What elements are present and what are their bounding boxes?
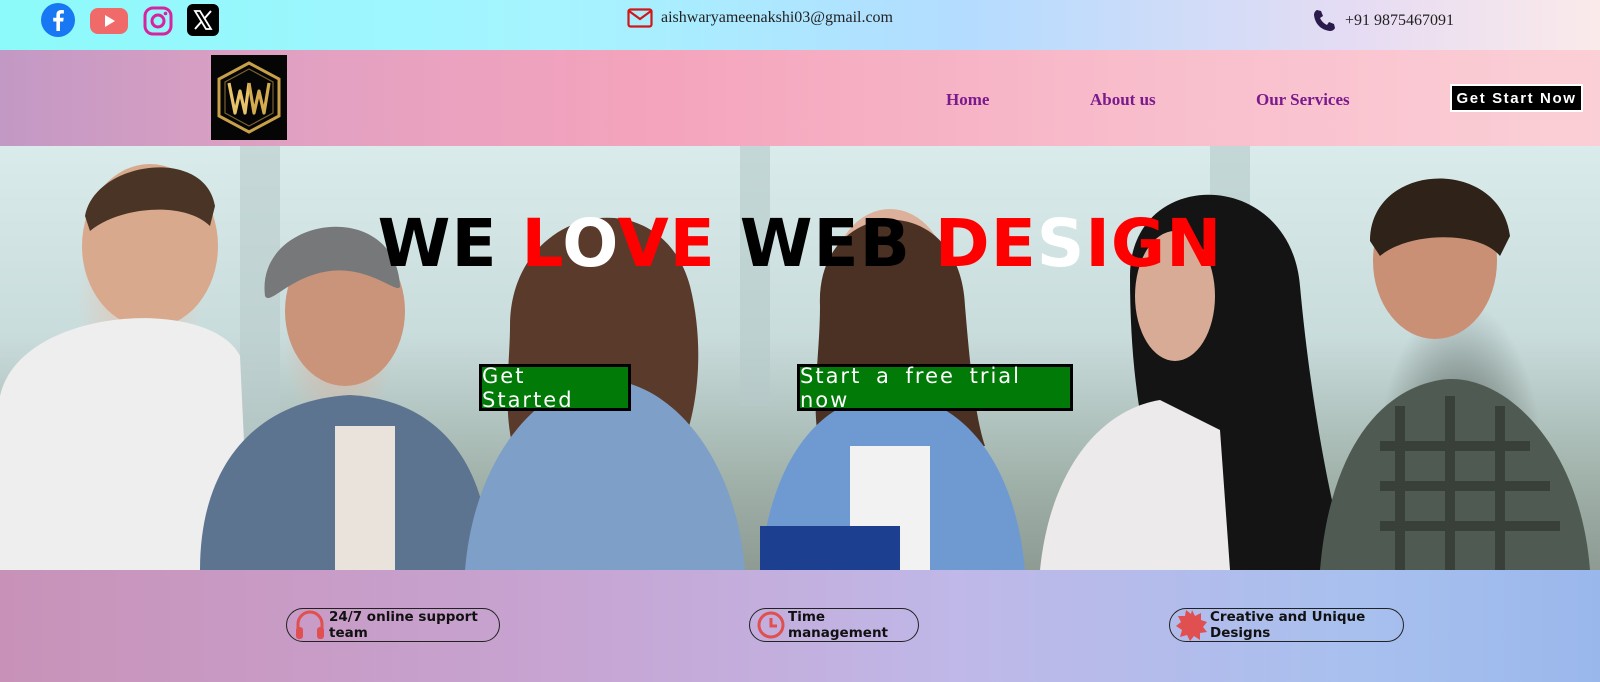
hero-headline: WE LOVE WEB DESIGN	[0, 204, 1600, 284]
phone-text: +91 9875467091	[1345, 12, 1455, 29]
contact-phone[interactable]: +91 9875467091	[1311, 8, 1454, 34]
contact-email[interactable]: aishwaryameenakshi03@gmail.com	[627, 8, 893, 28]
get-start-now-button[interactable]: Get Start Now	[1450, 84, 1583, 112]
mail-icon	[627, 8, 653, 28]
top-contact-bar: aishwaryameenakshi03@gmail.com +91 98754…	[0, 0, 1600, 50]
headline-part: O	[562, 205, 618, 282]
headline-part: DE	[934, 205, 1037, 282]
feature-label: 24/7 online support team	[329, 609, 478, 641]
features-strip: 24/7 online support team Time management…	[0, 570, 1600, 682]
email-text: aishwaryameenakshi03@gmail.com	[661, 9, 893, 26]
x-icon[interactable]	[187, 4, 219, 36]
headphones-icon	[296, 610, 324, 639]
free-trial-button[interactable]: Start a free trial now	[797, 364, 1073, 412]
headline-part: WEB	[715, 205, 935, 282]
facebook-icon[interactable]	[40, 2, 76, 38]
nav-home[interactable]: Home	[946, 90, 989, 110]
instagram-icon[interactable]	[141, 4, 175, 38]
feature-time: Time management	[749, 608, 919, 642]
clock-icon	[757, 611, 785, 639]
feature-label: Creative and Unique Designs	[1210, 609, 1366, 641]
get-started-button[interactable]: Get Started	[479, 364, 631, 412]
main-navbar: Home About us Our Services Get Start Now	[0, 50, 1600, 146]
headline-part: VE	[617, 205, 716, 282]
badge-icon	[1176, 610, 1207, 641]
headline-part: L	[521, 205, 563, 282]
nav-our-services[interactable]: Our Services	[1256, 90, 1350, 110]
headline-part: WE	[377, 205, 522, 282]
phone-icon	[1314, 10, 1335, 31]
headline-part: IGN	[1085, 205, 1223, 282]
feature-design: Creative and Unique Designs	[1169, 608, 1404, 642]
nav-about-us[interactable]: About us	[1090, 90, 1156, 110]
brand-logo[interactable]	[211, 55, 287, 140]
youtube-icon[interactable]	[89, 4, 129, 38]
feature-label: Time management	[788, 609, 889, 641]
feature-support: 24/7 online support team	[286, 608, 500, 642]
headline-part: S	[1036, 205, 1086, 282]
hero-banner: WE LOVE WEB DESIGN Get Started Start a f…	[0, 146, 1600, 570]
